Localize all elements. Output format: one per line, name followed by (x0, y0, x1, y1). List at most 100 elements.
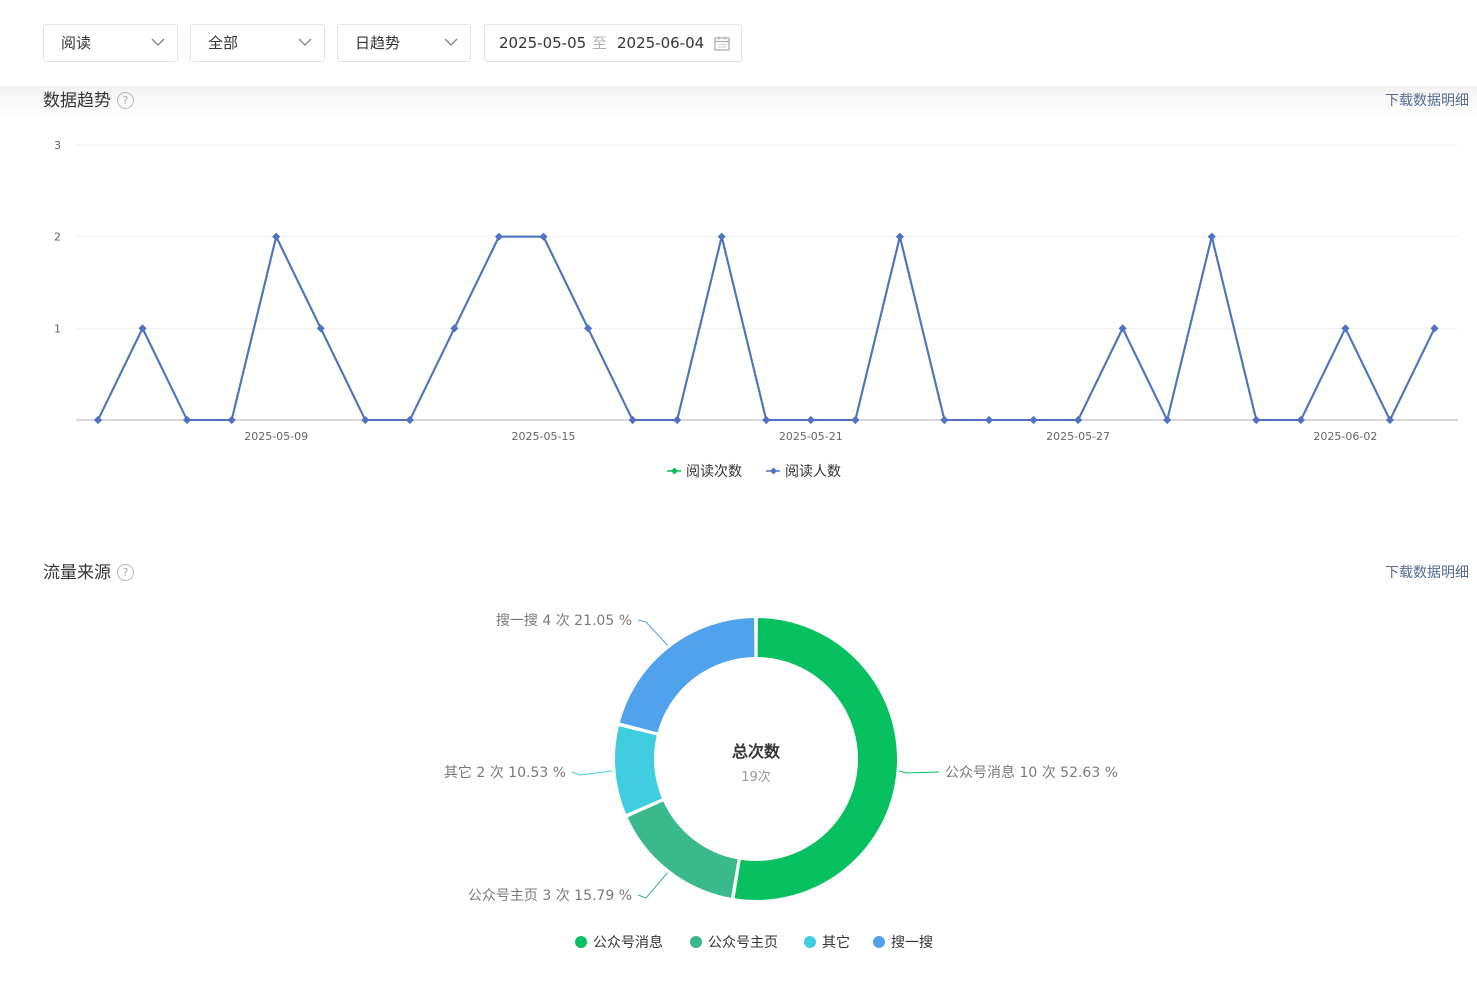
chevron-down-icon (298, 38, 312, 46)
data-point[interactable] (1074, 416, 1083, 424)
x-tick-label: 2025-05-21 (779, 430, 843, 443)
data-point[interactable] (940, 416, 949, 424)
data-point[interactable] (1207, 232, 1216, 241)
donut-label-line (571, 770, 613, 776)
data-point[interactable] (94, 416, 102, 424)
calendar-icon[interactable] (714, 36, 730, 51)
legend-label: 阅读次数 (686, 463, 742, 480)
donut-slice[interactable] (624, 798, 740, 901)
granularity-select-value: 日趋势 (355, 34, 401, 52)
y-tick-label: 2 (54, 231, 61, 244)
data-point[interactable] (717, 232, 726, 241)
date-start[interactable]: 2025-05-05 (499, 25, 586, 61)
data-point[interactable] (539, 232, 548, 241)
data-point[interactable] (1029, 416, 1038, 424)
x-tick-label: 2025-05-15 (512, 430, 576, 443)
data-point[interactable] (272, 232, 281, 241)
line-chart-grid (76, 144, 1458, 421)
line-chart-legend: 阅读次数 阅读人数 (667, 463, 841, 480)
legend-label: 公众号主页 (708, 935, 778, 951)
data-point[interactable] (1430, 324, 1439, 333)
data-point[interactable] (1296, 416, 1305, 424)
legend-item[interactable]: 其它 (804, 934, 850, 951)
chevron-down-icon (444, 38, 458, 46)
data-point[interactable] (1385, 416, 1394, 424)
data-point[interactable] (806, 416, 815, 424)
donut-center-title: 总次数 (732, 742, 781, 761)
data-point[interactable] (361, 416, 370, 424)
trend-help-icon[interactable]: ? (117, 92, 134, 109)
donut-label-line (637, 619, 668, 646)
data-point[interactable] (673, 416, 682, 424)
data-point[interactable] (1118, 324, 1127, 333)
x-tick-label: 2025-05-27 (1046, 430, 1110, 443)
data-point[interactable] (1252, 416, 1261, 424)
data-point[interactable] (450, 324, 459, 333)
legend-label: 搜一搜 (891, 935, 933, 951)
donut-slice-label: 公众号消息 10 次 52.63 % (945, 764, 1118, 781)
data-point[interactable] (1163, 416, 1172, 424)
date-range-picker[interactable]: 2025-05-05 至 2025-06-04 (484, 24, 742, 62)
x-tick-label: 2025-06-02 (1313, 430, 1377, 443)
date-end[interactable]: 2025-06-04 (617, 25, 704, 61)
x-tick-label: 2025-05-09 (244, 430, 308, 443)
line-chart-y-ticks: 1 2 3 (54, 139, 61, 335)
legend-item[interactable]: 阅读人数 (766, 463, 841, 480)
legend-dot-icon (804, 936, 816, 948)
traffic-title: 流量来源 (43, 563, 111, 583)
legend-dot-icon (575, 936, 587, 948)
trend-line-chart: 123 2025-05-09 2025-05-15 2025-05-21 2025-0… (54, 139, 1458, 480)
y-tick-label: 1 (54, 322, 61, 335)
metric-select-value: 阅读 (61, 34, 92, 52)
data-point[interactable] (494, 232, 503, 241)
legend-dot-icon (873, 936, 885, 948)
traffic-help-icon[interactable]: ? (117, 564, 134, 581)
trend-title: 数据趋势 (43, 91, 111, 111)
legend-dot-icon (690, 936, 702, 948)
data-point[interactable] (762, 416, 771, 424)
donut-label-line (899, 770, 940, 774)
donut-label-line (637, 872, 668, 899)
legend-item[interactable]: 搜一搜 (873, 935, 933, 951)
donut-slice-label: 公众号主页 3 次 15.79 % (468, 888, 632, 904)
traffic-download-link[interactable]: 下载数据明细 (1385, 562, 1469, 582)
scope-select[interactable]: 全部 (190, 24, 325, 62)
trend-download-link[interactable]: 下载数据明细 (1385, 90, 1469, 110)
donut-slice[interactable] (613, 723, 665, 817)
legend-marker-icon (670, 467, 679, 475)
filter-bar: 阅读 全部 日趋势 2025-05-05 至 2025-06-04 (0, 0, 1477, 88)
donut-slice-label: 搜一搜 4 次 21.05 % (496, 613, 632, 629)
scope-select-value: 全部 (208, 34, 239, 52)
legend-label: 阅读人数 (785, 463, 841, 480)
data-point[interactable] (227, 416, 236, 424)
data-point[interactable] (316, 324, 325, 333)
traffic-donut-chart: 公众号消息 10 次 52.63 % 公众号主页 3 次 15.79 % 其它 2 … (444, 613, 1118, 951)
legend-item[interactable]: 公众号消息 (575, 934, 663, 951)
data-point[interactable] (405, 416, 414, 424)
line-chart-x-ticks: 2025-05-09 2025-05-15 2025-05-21 2025-05-27… (244, 430, 1377, 443)
legend-item[interactable]: 阅读次数 (667, 463, 742, 480)
data-point[interactable] (584, 324, 593, 333)
data-point[interactable] (851, 416, 860, 424)
donut-center-value: 19次 (741, 769, 771, 785)
donut-center: 总次数 19次 (732, 742, 781, 785)
chevron-down-icon (151, 38, 165, 46)
legend-label: 其它 (822, 934, 850, 951)
granularity-select[interactable]: 日趋势 (337, 24, 471, 62)
y-tick-label: 3 (54, 139, 61, 152)
metric-select[interactable]: 阅读 (43, 24, 178, 62)
legend-marker-icon (769, 467, 778, 475)
data-point[interactable] (1341, 324, 1350, 333)
data-point[interactable] (138, 324, 147, 333)
legend-label: 公众号消息 (593, 934, 663, 951)
donut-slice-label: 其它 2 次 10.53 % (444, 764, 566, 781)
donut-slice[interactable] (617, 615, 757, 735)
data-point[interactable] (895, 232, 904, 241)
date-separator: 至 (592, 34, 608, 52)
data-point[interactable] (183, 416, 192, 424)
data-point[interactable] (985, 416, 993, 424)
legend-item[interactable]: 公众号主页 (690, 935, 778, 951)
section-divider (0, 86, 1477, 120)
data-point[interactable] (628, 416, 637, 424)
donut-legend: 公众号消息 公众号主页 其它 搜一搜 (575, 934, 933, 951)
